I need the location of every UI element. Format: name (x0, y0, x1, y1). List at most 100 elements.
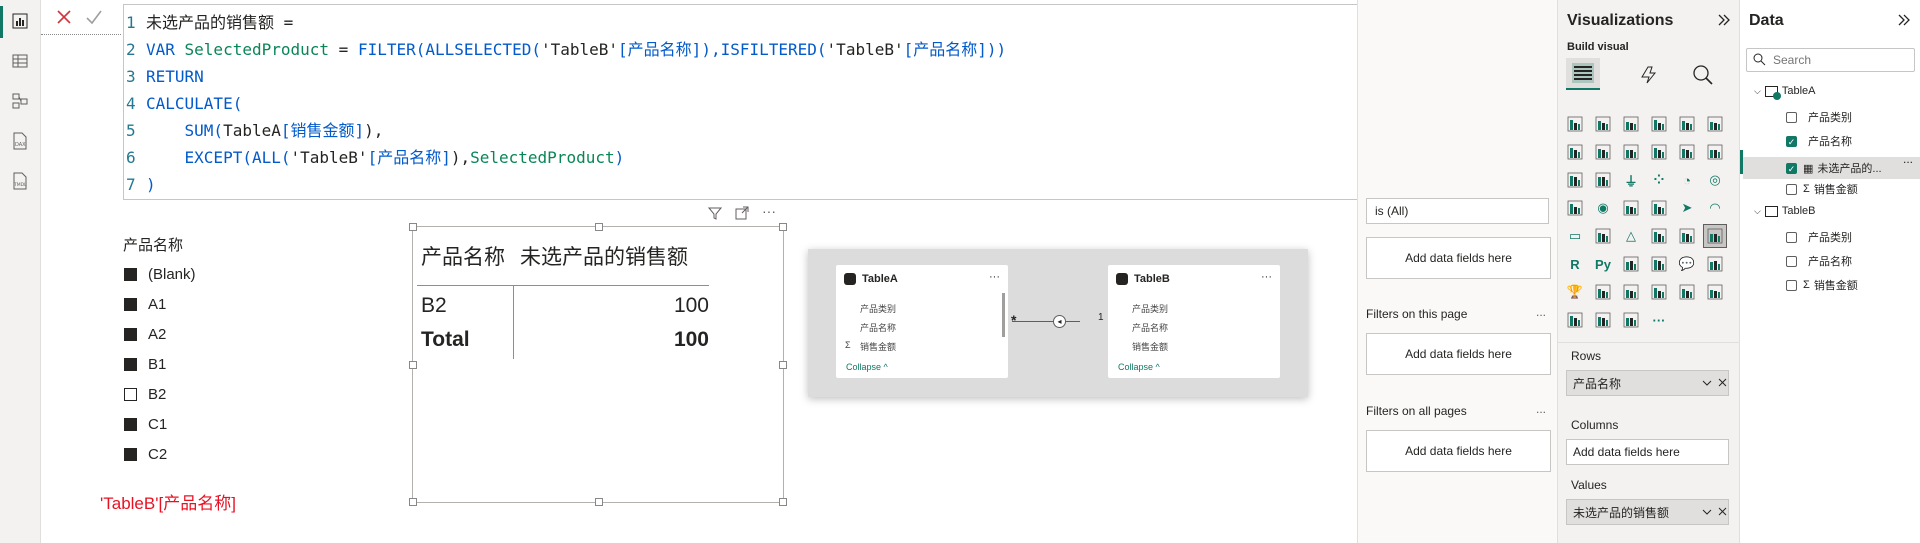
more-visuals-icon[interactable]: ··· (1648, 309, 1670, 331)
field-item[interactable]: ✓ 产品名称 (1786, 133, 1852, 149)
slicer-item[interactable]: A2 (124, 323, 166, 345)
filter-icon[interactable] (707, 205, 723, 226)
kpi-icon[interactable]: △ (1620, 225, 1642, 247)
powerapps-icon[interactable] (1620, 281, 1642, 303)
checkbox-unchecked[interactable] (1786, 255, 1797, 267)
paginated-report-icon[interactable] (1592, 281, 1614, 303)
checkbox-unchecked[interactable] (1786, 279, 1797, 291)
ribbon-icon[interactable] (1648, 141, 1670, 163)
collapse-data-pane-icon[interactable] (1896, 12, 1912, 33)
table-view-icon[interactable] (9, 50, 31, 72)
table-header-sales[interactable]: 未选产品的销售额 (520, 241, 688, 271)
clustered-bar-icon[interactable] (1620, 113, 1642, 135)
columns-dropzone[interactable]: Add data fields here (1566, 439, 1729, 465)
chevron-down-icon[interactable] (1701, 506, 1713, 521)
chevron-down-icon[interactable]: ⌵ (1754, 206, 1761, 217)
resize-handle[interactable] (409, 498, 417, 506)
100-bar-icon[interactable] (1676, 113, 1698, 135)
chevron-visual-icon[interactable] (1620, 309, 1642, 331)
checkbox-checked[interactable] (124, 267, 137, 281)
line-column-icon[interactable] (1676, 141, 1698, 163)
checkbox-unchecked[interactable] (124, 387, 137, 401)
search-input[interactable] (1771, 51, 1911, 69)
python-visual-icon[interactable]: Py (1592, 253, 1614, 275)
slicer-item[interactable]: B1 (124, 353, 166, 375)
100-column-icon[interactable] (1704, 113, 1726, 135)
add-report-filter-dropzone[interactable]: Add data fields here (1366, 430, 1551, 472)
tmdl-view-icon[interactable]: TMDL (9, 170, 31, 192)
resize-handle[interactable] (779, 498, 787, 506)
slicer-item[interactable]: A1 (124, 293, 166, 315)
tree-table-a[interactable]: ⌵ TableA (1754, 85, 1815, 100)
custom-visual-icon[interactable] (1564, 309, 1586, 331)
more-options-icon[interactable]: ··· (762, 203, 776, 219)
narrative-icon[interactable] (1704, 281, 1726, 303)
chevron-down-icon[interactable] (1701, 377, 1713, 392)
collapse-pane-icon[interactable] (1716, 12, 1732, 33)
filters-page-more-icon[interactable]: ... (1536, 305, 1546, 319)
chevron-down-icon[interactable]: ⌵ (1754, 86, 1761, 97)
add-page-filter-dropzone[interactable]: Add data fields here (1366, 333, 1551, 375)
checkbox-checked[interactable] (124, 357, 137, 371)
table-header-product[interactable]: 产品名称 (421, 241, 505, 271)
add-visual-filter-dropzone[interactable]: Add data fields here (1366, 237, 1551, 279)
report-view-icon[interactable] (9, 10, 31, 32)
scatter-icon[interactable]: ⁘ (1648, 169, 1670, 191)
clustered-column-icon[interactable] (1592, 113, 1614, 135)
filled-map-icon[interactable] (1620, 197, 1642, 219)
format-visual-icon[interactable] (1638, 63, 1660, 90)
checkbox-checked[interactable]: ✓ (1786, 162, 1797, 174)
commit-check-icon[interactable] (85, 8, 103, 31)
matrix-icon[interactable] (1703, 224, 1727, 248)
remove-field-icon[interactable] (1717, 506, 1728, 520)
trophy-icon[interactable]: 🏆 (1564, 281, 1586, 303)
resize-handle[interactable] (779, 361, 787, 369)
slicer-item[interactable]: C1 (124, 413, 167, 435)
dax-query-view-icon[interactable]: DAX (9, 130, 31, 152)
table-visual[interactable]: 产品名称 未选产品的销售额 B2 100 Total 100 (409, 223, 787, 506)
gauge-icon[interactable]: ◠ (1704, 197, 1726, 219)
remove-field-icon[interactable] (1717, 377, 1728, 391)
checkbox-checked[interactable] (124, 447, 137, 461)
qa-icon[interactable]: 💬 (1676, 253, 1698, 275)
donut-icon[interactable]: ◎ (1704, 169, 1726, 191)
values-field-pill[interactable]: 未选产品的销售额 (1566, 499, 1729, 525)
field-more-icon[interactable]: ... (1903, 152, 1913, 166)
checkbox-unchecked[interactable] (1786, 183, 1797, 195)
table-icon[interactable] (1676, 225, 1698, 247)
field-item[interactable]: ✓ ▦ 未选产品的... (1743, 157, 1920, 179)
checkbox-unchecked[interactable] (1786, 231, 1797, 243)
checkbox-checked[interactable] (124, 327, 137, 341)
resize-handle[interactable] (779, 223, 787, 231)
model-view-icon[interactable] (9, 90, 31, 112)
slicer-icon[interactable] (1648, 225, 1670, 247)
smart-narrative-icon[interactable] (1704, 253, 1726, 275)
multi-row-card-icon[interactable] (1592, 225, 1614, 247)
line-chart-icon[interactable] (1564, 141, 1586, 163)
shape-map-icon[interactable] (1648, 197, 1670, 219)
r-visual-icon[interactable]: R (1564, 253, 1586, 275)
slicer-item[interactable]: C2 (124, 443, 167, 465)
card-icon[interactable]: ▭ (1564, 225, 1586, 247)
checkbox-checked[interactable]: ✓ (1786, 135, 1797, 147)
field-item[interactable]: 产品名称 (1786, 253, 1852, 269)
data-search-box[interactable] (1746, 48, 1915, 72)
stacked-area-icon[interactable] (1620, 141, 1642, 163)
decomposition-tree-icon[interactable] (1648, 253, 1670, 275)
power-automate-icon[interactable] (1648, 281, 1670, 303)
analytics-icon[interactable] (1691, 63, 1715, 90)
map-icon[interactable]: ◉ (1592, 197, 1614, 219)
resize-handle[interactable] (595, 498, 603, 506)
funnel-icon[interactable]: ⏚ (1620, 169, 1642, 191)
resize-handle[interactable] (409, 361, 417, 369)
stacked-bar-icon[interactable] (1564, 113, 1586, 135)
field-item[interactable]: Σ 销售金额 (1786, 277, 1858, 293)
waterfall-icon[interactable] (1704, 141, 1726, 163)
line-stacked-icon[interactable] (1564, 169, 1586, 191)
metrics-icon[interactable] (1676, 281, 1698, 303)
checkbox-unchecked[interactable] (1786, 111, 1797, 123)
checkbox-checked[interactable] (124, 417, 137, 431)
diamond-visual-icon[interactable] (1592, 309, 1614, 331)
focus-mode-icon[interactable] (734, 205, 750, 226)
field-item[interactable]: 产品类别 (1786, 229, 1852, 245)
